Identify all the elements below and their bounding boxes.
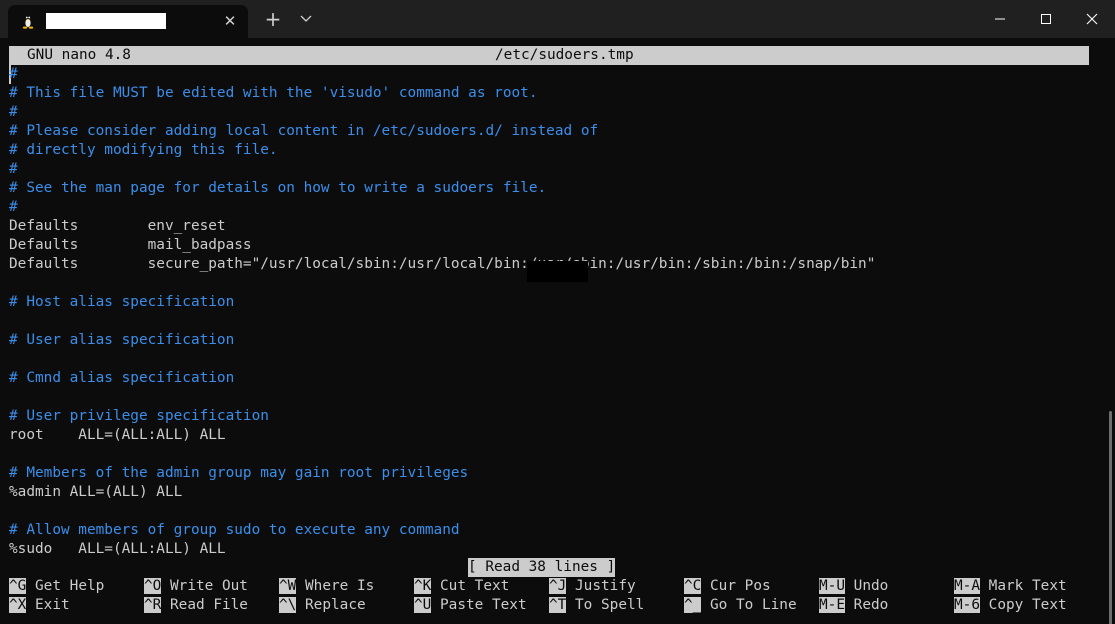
file-line: Defaults env_reset <box>9 218 226 234</box>
scrollbar-thumb[interactable] <box>1109 411 1112 624</box>
new-tab-plus-icon[interactable]: + <box>262 8 284 30</box>
shortcut-key: ^J <box>549 578 567 594</box>
shortcut-item: M-E Redo <box>819 596 888 615</box>
status-message: [ Read 38 lines ] <box>468 558 616 577</box>
shortcut-item: ^_ Go To Line <box>684 596 797 615</box>
shortcut-key: ^G <box>9 578 27 594</box>
nano-version: GNU nano 4.8 <box>27 47 131 63</box>
file-line: # Allow members of group sudo to execute… <box>9 522 460 538</box>
tab-close-icon[interactable]: ✕ <box>220 10 240 32</box>
shortcut-item: M-U Undo <box>819 577 888 596</box>
file-line: # <box>9 104 18 120</box>
file-line: %sudo ALL=(ALL:ALL) ALL <box>9 541 226 557</box>
file-line: Defaults secure_path="/usr/local/sbin:/u… <box>9 256 876 272</box>
file-line: # Members of the admin group may gain ro… <box>9 465 469 481</box>
shortcut-label: Cur Pos <box>710 578 771 594</box>
shortcut-item: ^K Cut Text <box>414 577 509 596</box>
shortcut-item: ^X Exit <box>9 596 70 615</box>
shortcut-key: ^C <box>684 578 702 594</box>
shortcut-label: To Spell <box>575 597 645 613</box>
nano-header-bar: GNU nano 4.8 /etc/sudoers.tmp <box>9 46 1089 65</box>
redaction-box <box>527 261 588 282</box>
file-line: # User alias specification <box>9 332 235 348</box>
shortcut-label: Get Help <box>35 578 105 594</box>
shortcut-label: Where Is <box>305 578 375 594</box>
tab-dropdown-chevron-icon[interactable] <box>298 11 314 27</box>
shortcut-label: Undo <box>853 578 889 594</box>
shortcut-item: ^C Cur Pos <box>684 577 771 596</box>
file-line: # This file MUST be edited with the 'vis… <box>9 85 538 101</box>
shortcut-key: M-U <box>819 578 845 594</box>
shortcut-item: ^U Paste Text <box>414 596 527 615</box>
shortcut-key: ^X <box>9 597 27 613</box>
file-line: Defaults mail_badpass <box>9 237 252 253</box>
file-line: # <box>9 161 18 177</box>
file-line: root ALL=(ALL:ALL) ALL <box>9 427 226 443</box>
shortcut-item: ^G Get Help <box>9 577 104 596</box>
shortcut-key: ^O <box>144 578 162 594</box>
shortcut-label: Paste Text <box>440 597 527 613</box>
file-line: # Please consider adding local content i… <box>9 123 599 139</box>
close-window-button[interactable] <box>1069 0 1115 38</box>
shortcut-key: ^T <box>549 597 567 613</box>
shortcut-label: Go To Line <box>710 597 797 613</box>
shortcut-key: ^\ <box>279 597 297 613</box>
shortcut-label: Cut Text <box>440 578 510 594</box>
shortcut-label: Replace <box>305 597 366 613</box>
shortcut-key: ^K <box>414 578 432 594</box>
shortcut-key: M-6 <box>954 597 980 613</box>
file-line: # See the man page for details on how to… <box>9 180 547 196</box>
shortcut-item: ^T To Spell <box>549 596 644 615</box>
shortcut-item: ^R Read File <box>144 596 248 615</box>
terminal-tab[interactable]: ✕ <box>8 5 248 38</box>
shortcut-label: Justify <box>575 578 636 594</box>
file-line: # <box>9 66 18 82</box>
shortcut-key: M-A <box>954 578 980 594</box>
file-line: # User privilege specification <box>9 408 269 424</box>
maximize-button[interactable] <box>1023 0 1069 38</box>
file-line: %admin ALL=(ALL) ALL <box>9 484 183 500</box>
close-icon <box>1086 13 1098 25</box>
shortcut-key: M-E <box>819 597 845 613</box>
shortcut-label: Copy Text <box>988 597 1067 613</box>
maximize-icon <box>1041 14 1051 24</box>
nano-filename: /etc/sudoers.tmp <box>495 47 634 63</box>
file-line: # <box>9 199 18 215</box>
shortcut-item: M-6 Copy Text <box>954 596 1067 615</box>
shortcut-item: ^J Justify <box>549 577 636 596</box>
shortcut-key: ^_ <box>684 597 702 613</box>
shortcut-item: M-A Mark Text <box>954 577 1067 596</box>
minimize-button[interactable] <box>977 0 1023 38</box>
shortcut-label: Read File <box>170 597 248 613</box>
shortcut-key: ^W <box>279 578 297 594</box>
shortcut-key: ^R <box>144 597 162 613</box>
shortcut-label: Redo <box>853 597 889 613</box>
shortcut-label: Exit <box>35 597 70 613</box>
linux-penguin-icon <box>22 15 34 29</box>
shortcut-item: ^W Where Is <box>279 577 374 596</box>
shortcut-item: ^\ Replace <box>279 596 366 615</box>
shortcut-label: Write Out <box>170 578 248 594</box>
terminal-area[interactable]: GNU nano 4.8 /etc/sudoers.tmp # # This fi… <box>0 38 1115 624</box>
file-line: # directly modifying this file. <box>9 142 278 158</box>
shortcut-key: ^U <box>414 597 432 613</box>
shortcut-label: Mark Text <box>988 578 1067 594</box>
file-line: # Cmnd alias specification <box>9 370 235 386</box>
window-titlebar: ✕ + <box>0 0 1115 38</box>
tab-title-redacted <box>46 13 166 29</box>
file-line: # Host alias specification <box>9 294 235 310</box>
shortcut-item: ^O Write Out <box>144 577 248 596</box>
minimize-icon <box>995 18 1005 20</box>
